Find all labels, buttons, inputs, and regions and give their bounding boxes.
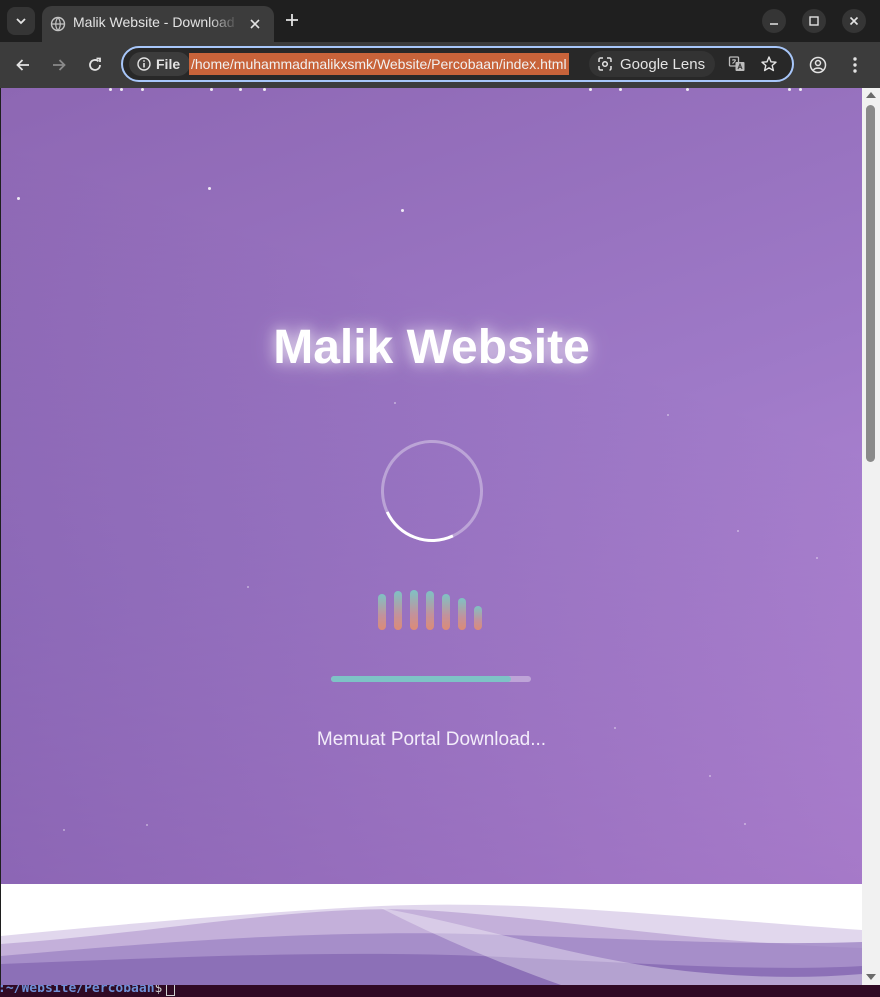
equalizer-bar [378, 594, 386, 630]
address-bar[interactable]: File /home/muhammadmalikxsmk/Website/Per… [121, 46, 794, 82]
arrow-left-icon [16, 59, 29, 71]
star [394, 402, 396, 404]
star [589, 88, 592, 91]
reload-icon [89, 57, 101, 71]
title-bar: Malik Website - Download Portal [0, 0, 880, 42]
translate-button[interactable] [727, 54, 747, 74]
star [709, 775, 711, 777]
terminal-dollar: $ [154, 985, 163, 996]
page-viewport: Malik Website Memuat Portal Download... [1, 88, 862, 985]
progress-bar [331, 676, 531, 682]
forward-button[interactable] [49, 55, 69, 75]
google-lens-label: Google Lens [620, 55, 706, 73]
terminal-path: :~/Website/Percobaan [0, 985, 155, 996]
star [17, 197, 20, 200]
star [737, 530, 739, 532]
progress-fill [331, 676, 511, 682]
back-button[interactable] [13, 55, 33, 75]
bookmark-button[interactable] [759, 54, 779, 74]
equalizer-bars [378, 588, 488, 630]
close-icon [849, 16, 859, 26]
close-icon[interactable] [248, 17, 262, 36]
star [788, 88, 791, 91]
star [210, 88, 213, 91]
scroll-up-arrow[interactable] [866, 92, 876, 98]
star [744, 823, 746, 825]
plus-icon [286, 14, 298, 26]
minimize-button[interactable] [762, 9, 786, 33]
terminal-cursor [166, 985, 176, 996]
browser-tab[interactable]: Malik Website - Download Portal [42, 6, 274, 42]
loading-spinner [366, 425, 498, 557]
star [141, 88, 144, 91]
more-vertical-icon [853, 57, 857, 73]
equalizer-bar [410, 590, 418, 630]
page-title: Malik Website [273, 321, 590, 374]
equalizer-bar [426, 591, 434, 630]
scroll-thumb[interactable] [866, 105, 875, 462]
page-scrollbar[interactable] [862, 88, 880, 985]
terminal-prompt: :~/Website/Percobaan$ [0, 985, 176, 996]
close-window-button[interactable] [842, 9, 866, 33]
star [619, 88, 622, 91]
scroll-down-arrow[interactable] [866, 974, 876, 980]
star [146, 824, 148, 826]
star [120, 88, 123, 91]
star [109, 88, 112, 91]
lens-icon [598, 57, 612, 71]
profile-button[interactable] [808, 55, 828, 75]
maximize-icon [809, 16, 819, 26]
menu-button[interactable] [845, 55, 865, 75]
maximize-button[interactable] [802, 9, 826, 33]
globe-icon [50, 16, 66, 37]
info-icon [137, 57, 151, 71]
star-icon [761, 56, 777, 72]
equalizer-bar [442, 594, 450, 630]
url-text[interactable]: /home/muhammadmalikxsmk/Website/Percobaa… [189, 53, 569, 75]
equalizer-bar [474, 606, 482, 630]
star [816, 557, 818, 559]
star [667, 414, 669, 416]
minimize-icon [770, 23, 778, 25]
equalizer-bar [394, 591, 402, 630]
new-tab-button[interactable] [283, 11, 301, 34]
star [247, 586, 249, 588]
star [401, 209, 404, 212]
star [263, 88, 266, 91]
star [208, 187, 211, 190]
chevron-down-icon [16, 18, 26, 25]
reload-button[interactable] [85, 55, 105, 75]
equalizer-bar [458, 598, 466, 630]
star [239, 88, 242, 91]
terminal-strip: :~/Website/Percobaan$ [0, 985, 880, 997]
star [63, 829, 65, 831]
account-icon [809, 56, 827, 74]
wave-footer [1, 884, 862, 985]
site-chip-label: File [156, 56, 181, 72]
tab-search-button[interactable] [7, 7, 35, 35]
browser-toolbar: File /home/muhammadmalikxsmk/Website/Per… [0, 42, 880, 88]
tab-title: Malik Website - Download Portal [73, 14, 239, 30]
site-info-chip[interactable]: File [129, 52, 191, 76]
star [799, 88, 802, 91]
arrow-right-icon [53, 59, 66, 71]
google-lens-button[interactable]: Google Lens [589, 51, 716, 77]
loading-text: Memuat Portal Download... [316, 729, 547, 750]
translate-icon [728, 56, 745, 71]
star [686, 88, 689, 91]
